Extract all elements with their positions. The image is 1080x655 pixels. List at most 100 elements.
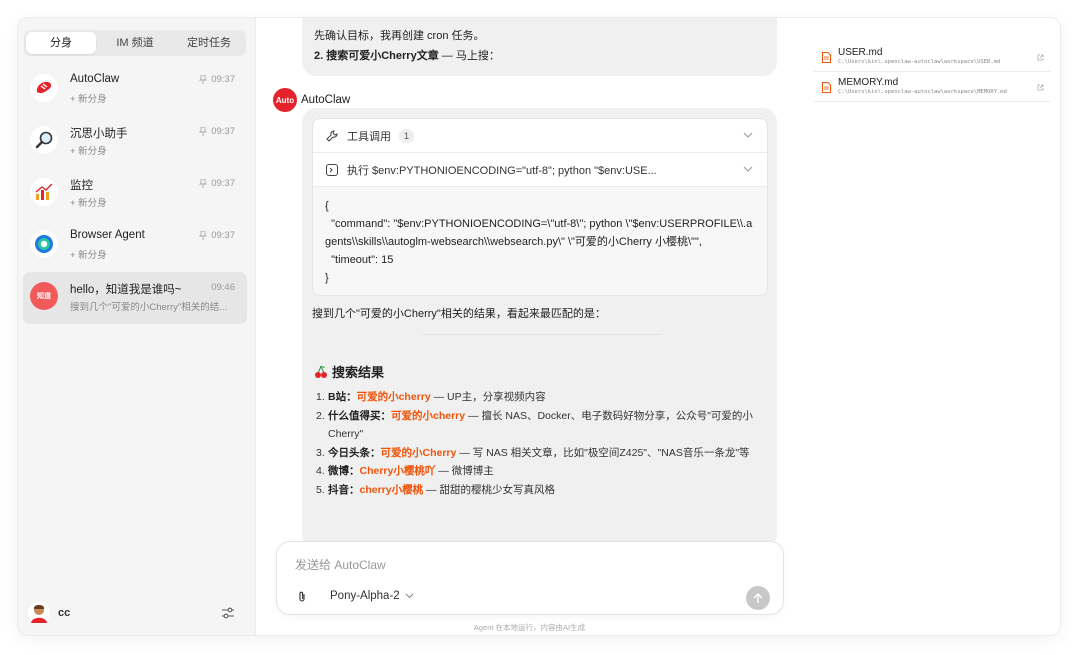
external-link-icon[interactable]	[1037, 84, 1044, 91]
session-time: 09:37	[199, 126, 235, 137]
session-sub: + 新分身	[70, 146, 107, 157]
tool-call-card: 工具调用 1 执行 $env:PYTHONIOENCODING="utf-8";…	[312, 118, 768, 296]
session-sub: + 新分身	[70, 250, 107, 261]
agent-name: AutoClaw	[301, 94, 351, 106]
chart-icon	[30, 178, 58, 206]
result-desc: — 写 NAS 相关文章，比如"极空间Z425"、"NAS音乐一条龙"等	[456, 446, 750, 459]
list-item: 4. 微博：Cherry小樱桃吖 — 微博博主	[316, 462, 764, 481]
files-panel: USER.md C:\Users\kin\.openclaw-autoclaw\…	[802, 18, 1060, 635]
session-time: 09:37	[199, 74, 235, 85]
sidebar: 分身 IM 频道 定时任务 AutoClaw + 新分身 09:37 沉思小助手…	[18, 18, 256, 635]
agent-message-bubble: 工具调用 1 执行 $env:PYTHONIOENCODING="utf-8";…	[302, 108, 777, 548]
autoclaw-logo-icon: Auto	[273, 88, 297, 112]
list-num: 2.	[316, 409, 325, 422]
platform-label: 抖音：	[328, 483, 360, 496]
session-name: hello，知道我是谁吗~	[70, 284, 182, 296]
file-path: C:\Users\kin\.openclaw-autoclaw\workspac…	[838, 59, 1001, 65]
list-item: 5. 抖音：cherry小樱桃 — 甜甜的樱桃少女写真风格	[316, 481, 764, 500]
sidebar-tabs: 分身 IM 频道 定时任务	[24, 30, 246, 56]
tab-scheduled-tasks[interactable]: 定时任务	[174, 32, 244, 54]
session-item-browser-agent[interactable]: Browser Agent + 新分身 09:37	[23, 220, 247, 272]
session-time-label: 09:46	[211, 282, 235, 293]
arrow-up-icon	[753, 592, 763, 603]
results-list: 1. B站：可爱的小cherry — UP主，分享视频内容 2. 什么值得买： 可爱的…	[316, 388, 764, 499]
session-time: 09:37	[199, 178, 235, 189]
session-name: 监控	[70, 180, 93, 192]
result-desc: — UP主，分享视频内容	[430, 391, 546, 403]
result-desc: — 甜甜的樱桃少女写真风格	[423, 483, 555, 496]
platform-label: 今日头条：	[328, 446, 381, 459]
tool-exec-command: 执行 $env:PYTHONIOENCODING="utf-8"; python…	[347, 164, 657, 177]
tool-call-arguments: { "command": "$env:PYTHONIOENCODING=\"ut…	[313, 187, 767, 295]
settings-sliders-icon[interactable]	[221, 607, 235, 619]
file-icon	[822, 52, 831, 63]
list-item: 3. 今日头条：可爱的小Cherry — 写 NAS 相关文章，比如"极空间Z42…	[316, 444, 764, 463]
account-name: cherry小樱桃	[359, 483, 424, 496]
file-name: USER.md	[838, 47, 883, 58]
session-name: AutoClaw	[70, 73, 120, 85]
avatar-text: 知道	[37, 293, 51, 300]
user-message-line2: 2. 搜索可爱小Cherry文章 — 马上搜：	[314, 46, 765, 66]
autoclaw-icon	[30, 74, 58, 102]
session-time-label: 09:37	[211, 126, 235, 137]
tab-im-channel[interactable]: IM 频道	[100, 32, 170, 54]
list-num: 5.	[316, 483, 325, 496]
account-name: 可爱的小cherry	[356, 391, 431, 403]
user-message-rest: — 马上搜：	[438, 50, 500, 62]
zhidao-icon: 知道	[30, 282, 58, 310]
chat-area: 先确认目标，我再创建 cron 任务。 2. 搜索可爱小Cherry文章 — 马…	[257, 18, 802, 635]
send-button[interactable]	[746, 586, 770, 610]
user-message-bold: 2. 搜索可爱小Cherry文章	[314, 50, 439, 62]
chevron-down-icon	[743, 132, 753, 138]
file-item-memory-md[interactable]: MEMORY.md C:\Users\kin\.openclaw-autocla…	[814, 72, 1050, 102]
pin-icon	[199, 75, 208, 84]
cherry-icon	[315, 365, 327, 378]
pin-icon	[199, 127, 208, 136]
disclaimer-footnote: Agent 在本地运行，内容由AI生成	[473, 623, 586, 632]
agent-response-text: 搜到几个"可爱的小Cherry"相关的结果，看起来最匹配的是：	[312, 308, 606, 320]
tool-exec-row[interactable]: 执行 $env:PYTHONIOENCODING="utf-8"; python…	[313, 153, 767, 187]
file-item-user-md[interactable]: USER.md C:\Users\kin\.openclaw-autoclaw\…	[814, 42, 1050, 72]
tab-clones[interactable]: 分身	[26, 32, 96, 54]
platform-label: 微博：	[328, 465, 360, 477]
message-input-box[interactable]: 发送给 AutoClaw Pony-Alpha-2	[276, 541, 784, 615]
tool-call-count: 1	[399, 128, 415, 143]
model-selector[interactable]: Pony-Alpha-2	[330, 590, 414, 602]
session-name: 沉思小助手	[70, 128, 128, 140]
divider	[422, 334, 662, 335]
session-time-label: 09:37	[211, 230, 235, 241]
session-item-monitor[interactable]: 监控 + 新分身 09:37	[23, 168, 247, 220]
user-message-line1: 先确认目标，我再创建 cron 任务。	[314, 30, 485, 42]
result-desc: — 微博博主	[435, 465, 494, 477]
platform-label: 什么值得买：	[328, 409, 391, 422]
file-name: MEMORY.md	[838, 77, 899, 88]
attachment-icon[interactable]	[297, 591, 307, 603]
results-heading: 搜索结果	[314, 362, 384, 381]
platform-label: B站：	[328, 391, 357, 403]
avatar	[28, 602, 50, 624]
session-item-hello[interactable]: 知道 hello，知道我是谁吗~ 搜到几个"可爱的小Cherry"相关的结...…	[23, 272, 247, 324]
magnifier-icon	[30, 126, 58, 154]
account-name: 可爱的小Cherry	[380, 446, 457, 459]
list-item: 1. B站：可爱的小cherry — UP主，分享视频内容	[316, 388, 764, 407]
session-time-label: 09:37	[211, 74, 235, 85]
tool-call-title: 工具调用	[347, 130, 391, 143]
message-input[interactable]: 发送给 AutoClaw	[295, 556, 386, 573]
session-item-autoclaw[interactable]: AutoClaw + 新分身 09:37	[23, 64, 247, 116]
user-message-bubble: 先确认目标，我再创建 cron 任务。 2. 搜索可爱小Cherry文章 — 马…	[302, 18, 777, 76]
session-time-label: 09:37	[211, 178, 235, 189]
list-num: 1.	[316, 391, 325, 403]
user-profile[interactable]: cc	[28, 602, 70, 624]
account-name: Cherry小樱桃吖	[359, 465, 436, 477]
app-window: 分身 IM 频道 定时任务 AutoClaw + 新分身 09:37 沉思小助手…	[18, 18, 1060, 635]
tool-call-header[interactable]: 工具调用 1	[313, 119, 767, 153]
wrench-icon	[326, 130, 338, 142]
session-item-thinking-assistant[interactable]: 沉思小助手 + 新分身 09:37	[23, 116, 247, 168]
chevron-down-icon	[743, 166, 753, 172]
chevron-down-icon	[405, 593, 414, 599]
pin-icon	[199, 231, 208, 240]
list-num: 3.	[316, 446, 325, 459]
session-sub: + 新分身	[70, 94, 107, 105]
external-link-icon[interactable]	[1037, 54, 1044, 61]
session-time: 09:37	[199, 230, 235, 241]
